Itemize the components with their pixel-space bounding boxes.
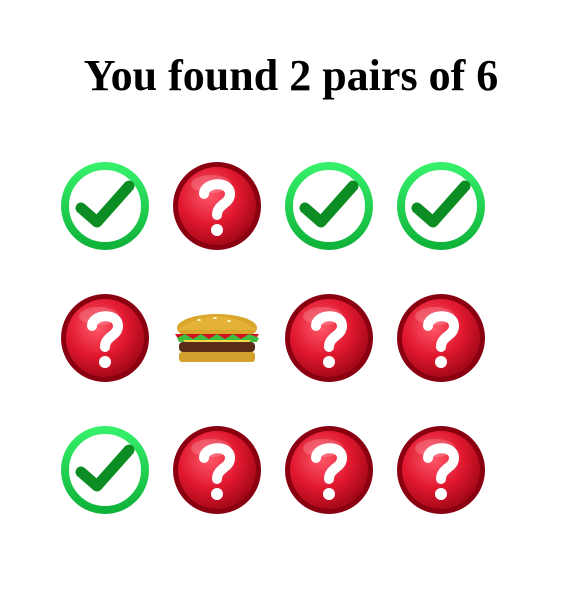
- question-icon: [283, 292, 375, 384]
- check-icon: [59, 160, 151, 252]
- question-icon: [171, 424, 263, 516]
- check-icon: [59, 424, 151, 516]
- card-hidden[interactable]: [393, 290, 489, 386]
- card-hidden[interactable]: [393, 422, 489, 518]
- question-icon: [283, 424, 375, 516]
- question-icon: [395, 292, 487, 384]
- card-hidden[interactable]: [169, 158, 265, 254]
- question-icon: [395, 424, 487, 516]
- burger-icon: [169, 290, 265, 386]
- check-icon: [395, 160, 487, 252]
- card-matched: [57, 422, 153, 518]
- card-hidden[interactable]: [169, 422, 265, 518]
- card-matched: [281, 158, 377, 254]
- card-hidden[interactable]: [281, 290, 377, 386]
- card-hidden[interactable]: [57, 290, 153, 386]
- card-matched: [393, 158, 489, 254]
- check-icon: [283, 160, 375, 252]
- question-icon: [171, 160, 263, 252]
- card-matched: [57, 158, 153, 254]
- card-grid: [57, 158, 497, 518]
- score-title: You found 2 pairs of 6: [83, 51, 499, 100]
- card-hidden[interactable]: [281, 422, 377, 518]
- question-icon: [59, 292, 151, 384]
- card-revealed: [169, 290, 265, 386]
